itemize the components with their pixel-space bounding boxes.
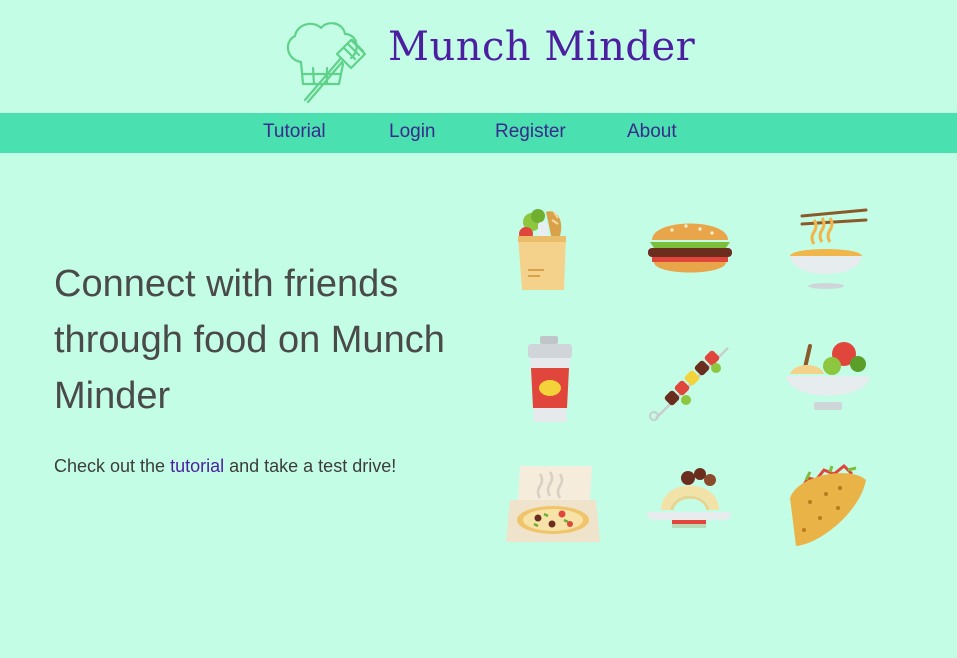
nav-about-link[interactable]: About — [627, 113, 677, 153]
tutorial-link[interactable]: tutorial — [170, 456, 224, 476]
site-header: Munch Minder — [0, 0, 957, 113]
pizza-box-icon — [504, 458, 600, 554]
hero-headline: Connect with friends through food on Mun… — [54, 263, 445, 417]
main-nav: Tutorial Login Register About — [0, 113, 957, 153]
subtext-after: and take a test drive! — [224, 456, 397, 476]
brand-name[interactable]: Munch Minder — [388, 24, 695, 70]
chef-hat-spatula-icon[interactable] — [281, 18, 377, 104]
coffee-cup-icon — [504, 330, 600, 426]
nav-register-link[interactable]: Register — [495, 113, 566, 153]
hero-subtext: Check out the tutorial and take a test d… — [54, 456, 396, 477]
grocery-bag-icon — [504, 200, 600, 296]
nav-login-link[interactable]: Login — [389, 113, 436, 153]
page: Munch Minder Tutorial Login Register Abo… — [0, 0, 957, 658]
subtext-before: Check out the — [54, 456, 171, 476]
noodle-bowl-icon — [780, 200, 876, 296]
salad-bowl-icon — [780, 330, 876, 426]
spaghetti-meatballs-icon — [642, 458, 738, 554]
taco-icon — [780, 458, 876, 554]
burger-icon — [642, 200, 738, 296]
kebab-skewer-icon — [642, 330, 738, 426]
nav-tutorial-link[interactable]: Tutorial — [263, 113, 326, 153]
